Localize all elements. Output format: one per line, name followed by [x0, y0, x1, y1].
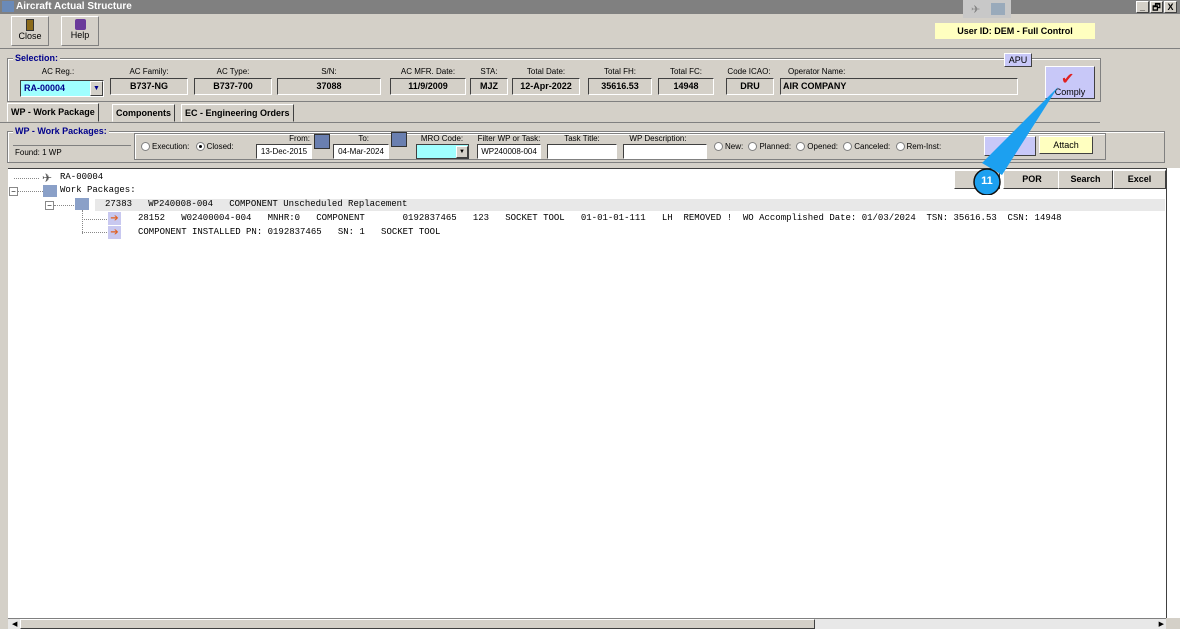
close-window-button[interactable]: X — [1164, 1, 1177, 13]
sta-value: MJZ — [470, 78, 508, 95]
maximize-button[interactable]: 🗗 — [1150, 1, 1163, 13]
total-date-value: 12-Apr-2022 — [512, 78, 580, 95]
wp-description-input[interactable] — [623, 144, 707, 159]
chevron-down-icon[interactable]: ▼ — [90, 81, 103, 96]
tab-work-package[interactable]: WP - Work Package — [7, 103, 99, 122]
total-fh-label: Total FH: — [603, 67, 636, 76]
icao-label: Code ICAO: — [727, 67, 771, 76]
ac-reg-select[interactable]: RA-00004 ▼ — [20, 80, 104, 97]
task-title-label: Task Title: — [564, 134, 600, 143]
tab-engineering-orders[interactable]: EC - Engineering Orders — [181, 104, 294, 122]
chevron-down-icon[interactable]: ▼ — [456, 146, 468, 158]
wp-title: WP - Work Packages: — [13, 126, 109, 136]
total-fc-label: Total FC: — [669, 67, 702, 76]
filter-label: Filter WP or Task: — [477, 134, 541, 143]
tree-root-aircraft[interactable]: RA-00004 — [60, 171, 103, 184]
rem-inst-radio[interactable] — [895, 142, 905, 152]
filter-input[interactable]: WP240008-004 — [477, 144, 541, 159]
window-title: Aircraft Actual Structure — [16, 1, 132, 12]
total-date-label: Total Date: — [526, 67, 566, 76]
execution-label: Execution: — [152, 142, 190, 151]
structure-icon — [991, 3, 1005, 15]
opened-radio[interactable] — [796, 142, 806, 152]
help-button[interactable]: Help — [61, 16, 99, 46]
app-icon — [2, 1, 14, 12]
to-label: To: — [358, 134, 369, 143]
icao-value: DRU — [726, 78, 774, 95]
collapse-icon[interactable]: − — [45, 201, 54, 210]
door-icon — [26, 19, 34, 31]
sn-label: S/N: — [321, 67, 337, 76]
total-fh-value: 35616.53 — [588, 78, 652, 95]
mfr-date-value: 11/9/2009 — [390, 78, 466, 95]
new-radio[interactable] — [714, 142, 723, 152]
to-date-input[interactable]: 04-Mar-2024 — [333, 144, 389, 159]
mro-label: MRO Code: — [420, 134, 464, 143]
tree-work-packages[interactable]: Work Packages: — [60, 184, 136, 197]
scroll-left-icon[interactable]: ◀ — [12, 620, 17, 628]
horizontal-scrollbar[interactable]: ◀ ▶ — [8, 618, 1166, 629]
tree-install-row[interactable]: COMPONENT INSTALLED PN: 0192837465 SN: 1… — [138, 226, 440, 239]
mfr-date-label: AC MFR. Date: — [400, 67, 456, 76]
from-date-input[interactable]: 13-Dec-2015 — [256, 144, 312, 159]
total-fc-value: 14948 — [658, 78, 714, 95]
task-title-input[interactable] — [547, 144, 617, 159]
callout-number: 11 — [981, 175, 993, 187]
calendar-icon[interactable] — [314, 134, 330, 149]
scroll-right-icon[interactable]: ▶ — [1159, 620, 1164, 628]
ac-family-value: B737-NG — [110, 78, 188, 95]
tree-work-package-row[interactable]: 27383 WP240008-004 COMPONENT Unscheduled… — [105, 198, 407, 211]
folder-icon — [43, 185, 57, 197]
closed-radio[interactable] — [195, 142, 205, 152]
task-arrow-icon: ➔ — [108, 226, 121, 239]
minimize-button[interactable]: _ — [1136, 1, 1149, 13]
wp-description-label: WP Description: — [629, 134, 687, 143]
ac-reg-value: RA-00004 — [24, 83, 66, 93]
ac-type-label: AC Type: — [216, 67, 250, 76]
aircraft-icon: ✈ — [971, 4, 981, 16]
collapse-icon[interactable]: − — [9, 187, 18, 196]
aircraft-icon: ✈ — [42, 171, 53, 185]
canceled-radio[interactable] — [843, 142, 853, 152]
execution-radio[interactable] — [141, 142, 150, 152]
ac-family-label: AC Family: — [129, 67, 169, 76]
sn-value: 37088 — [277, 78, 381, 95]
closed-label: Closed: — [206, 142, 234, 151]
help-label: Help — [70, 30, 90, 40]
help-book-icon — [74, 19, 86, 30]
apu-button[interactable]: APU — [1004, 53, 1032, 67]
work-package-icon — [75, 198, 89, 210]
selection-title: Selection: — [13, 53, 61, 63]
found-count: Found: 1 WP — [13, 145, 131, 159]
mro-select[interactable]: ▼ — [416, 144, 469, 159]
sta-label: STA: — [480, 67, 498, 76]
calendar-icon[interactable] — [391, 132, 407, 147]
close-button[interactable]: Close — [11, 16, 49, 46]
status-icons: ✈ — [963, 0, 1011, 18]
from-label: From: — [289, 134, 310, 143]
tree-task-row[interactable]: 28152 W02400004-004 MNHR:0 COMPONENT 019… — [138, 212, 1062, 225]
operator-label: Operator Name: — [788, 67, 846, 76]
ac-reg-label: AC Reg.: — [41, 67, 75, 76]
close-label: Close — [18, 31, 42, 41]
vertical-scrollbar[interactable] — [1166, 168, 1180, 618]
scroll-thumb[interactable] — [20, 619, 815, 629]
excel-button[interactable]: Excel — [1113, 170, 1166, 189]
task-arrow-icon: ➔ — [108, 212, 121, 225]
user-badge: User ID: DEM - Full Control — [935, 23, 1095, 39]
planned-radio[interactable] — [748, 142, 758, 152]
ac-type-value: B737-700 — [194, 78, 272, 95]
tab-components[interactable]: Components — [112, 104, 175, 122]
